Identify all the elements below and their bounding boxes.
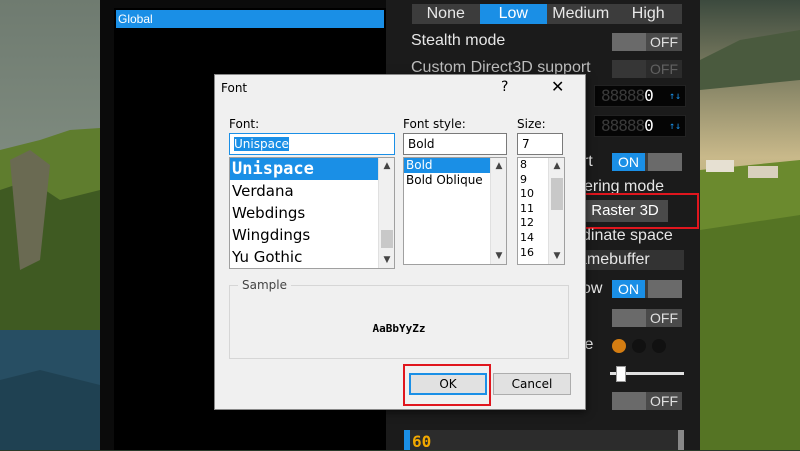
font-list-item[interactable]: Webdings	[230, 202, 394, 224]
digit-placeholder: 88888	[601, 116, 645, 135]
font-list-item[interactable]: Wingdings	[230, 224, 394, 246]
scroll-up-icon[interactable]: ▲	[549, 158, 564, 174]
style-list-scrollbar[interactable]: ▲ ▼	[490, 158, 506, 264]
toggle-state: ON	[612, 153, 645, 171]
scroll-down-icon[interactable]: ▼	[379, 252, 394, 268]
font-list-item[interactable]: Verdana	[230, 180, 394, 202]
bottom-toggle[interactable]: OFF	[612, 392, 682, 410]
toggle-state: OFF	[650, 393, 678, 409]
detail-level-none[interactable]: None	[412, 4, 480, 24]
font-name-input[interactable]: Unispace	[229, 133, 395, 155]
toggle-state: OFF	[650, 310, 678, 326]
dialog-title: Font	[221, 81, 248, 95]
graph-bar: 60	[404, 430, 684, 451]
toggle-knob	[612, 392, 646, 410]
sample-preview: AaBbYyZz	[372, 322, 426, 335]
close-icon[interactable]: ✕	[551, 77, 564, 96]
scroll-thumb[interactable]	[551, 178, 563, 210]
font-name-value: Unispace	[234, 137, 289, 151]
font-dialog: Font ? ✕ Font: Unispace Unispace Verdana…	[214, 74, 586, 410]
framebuffer-field[interactable]: amebuffer	[578, 250, 684, 270]
size-list[interactable]: 8 9 10 11 12 14 16 ▲ ▼	[517, 157, 565, 265]
scroll-down-icon[interactable]: ▼	[491, 248, 506, 264]
detail-level-medium[interactable]: Medium	[547, 4, 615, 24]
font-label: Font:	[229, 117, 260, 131]
digit-value: 0	[644, 116, 654, 135]
toggle-state: ON	[612, 280, 645, 298]
scroll-thumb[interactable]	[381, 230, 393, 248]
stealth-mode-toggle[interactable]: OFF	[612, 33, 682, 51]
digit-placeholder: 88888	[601, 86, 645, 105]
font-list[interactable]: Unispace Verdana Webdings Wingdings Yu G…	[229, 157, 395, 269]
stealth-mode-label: Stealth mode	[411, 32, 506, 49]
graph-left-marker	[404, 430, 410, 450]
font-style-label: Font style:	[403, 117, 466, 131]
font-list-item[interactable]: Yu Gothic	[230, 246, 394, 268]
help-icon[interactable]: ?	[501, 79, 508, 95]
cancel-button[interactable]: Cancel	[493, 373, 571, 395]
unlabeled-toggle[interactable]: OFF	[612, 309, 682, 327]
profile-item-global[interactable]: Global	[116, 10, 384, 28]
slider-thumb[interactable]	[616, 366, 626, 382]
digit-counter-2[interactable]: 888880 ↑↓	[594, 115, 686, 137]
palette-color-3[interactable]	[652, 339, 666, 353]
font-style-list[interactable]: Bold Bold Oblique ▲ ▼	[403, 157, 507, 265]
toggle-knob	[648, 153, 682, 171]
palette-color-1[interactable]	[612, 339, 626, 353]
graph-right-marker	[678, 430, 684, 450]
scroll-up-icon[interactable]: ▲	[491, 158, 506, 174]
toggle-state: OFF	[650, 61, 678, 77]
sample-legend: Sample	[238, 278, 291, 292]
toggle-knob	[612, 309, 646, 327]
custom-d3d-toggle[interactable]: OFF	[612, 60, 682, 78]
spin-arrows-icon[interactable]: ↑↓	[669, 87, 681, 107]
detail-level-high[interactable]: High	[614, 4, 682, 24]
digit-value: 0	[644, 86, 654, 105]
detail-level-selector[interactable]: None Low Medium High	[412, 4, 682, 24]
font-list-item[interactable]: Unispace	[230, 158, 394, 180]
support-toggle[interactable]: ON	[612, 153, 682, 171]
font-style-input[interactable]: Bold	[403, 133, 507, 155]
graph-value: 60	[412, 432, 432, 451]
toggle-knob	[612, 60, 646, 78]
palette-color-2[interactable]	[632, 339, 646, 353]
highlight-rendering-mode	[569, 193, 699, 229]
size-input[interactable]: 7	[517, 133, 563, 155]
scroll-down-icon[interactable]: ▼	[549, 248, 564, 264]
toggle-knob	[612, 33, 646, 51]
font-list-scrollbar[interactable]: ▲ ▼	[378, 158, 394, 268]
spin-arrows-icon[interactable]: ↑↓	[669, 117, 681, 137]
digit-counter-1[interactable]: 888880 ↑↓	[594, 85, 686, 107]
shadow-toggle[interactable]: ON	[612, 280, 682, 298]
size-label: Size:	[517, 117, 546, 131]
toggle-state: OFF	[650, 34, 678, 50]
detail-level-low[interactable]: Low	[479, 4, 547, 24]
ok-button[interactable]: OK	[409, 373, 487, 395]
scroll-up-icon[interactable]: ▲	[379, 158, 394, 174]
coordinate-space-label: dinate space	[582, 227, 673, 244]
toggle-knob	[648, 280, 682, 298]
size-list-scrollbar[interactable]: ▲ ▼	[548, 158, 564, 264]
sample-group: Sample AaBbYyZz	[229, 278, 569, 359]
